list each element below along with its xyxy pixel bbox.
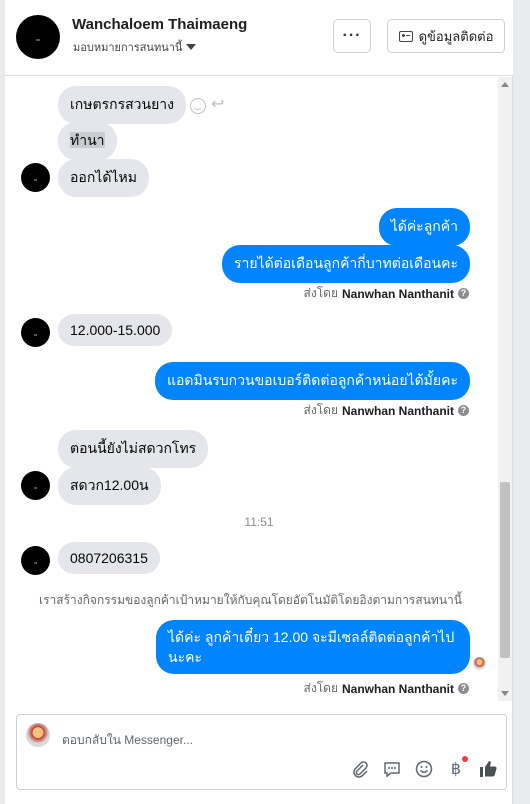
- attachment-icon[interactable]: [350, 759, 370, 779]
- message-outgoing[interactable]: ได้ค่ะ ลูกค้าเดี๋ยว 12.00 จะมีเซลล์ติดต่…: [156, 620, 470, 674]
- notification-dot: [462, 756, 468, 762]
- message-thread[interactable]: เกษตรกรสวนยาง ↩ ทำนา ออกได้ไหม ได้ค่ะลูก…: [5, 77, 513, 701]
- scroll-up-icon[interactable]: [501, 82, 509, 87]
- view-contact-label: ดูข้อมูลติดต่อ: [418, 28, 494, 44]
- message-incoming[interactable]: ออกได้ไหม: [58, 159, 149, 197]
- message-outgoing[interactable]: แอดมินรบกวนขอเบอร์ติดต่อลูกค้าหน่อยได้มั…: [154, 362, 470, 400]
- question-icon[interactable]: ?: [458, 288, 469, 299]
- message-incoming[interactable]: 12.000-15.000: [58, 314, 173, 346]
- more-options-button[interactable]: ···: [333, 19, 371, 53]
- timestamp: 11:51: [244, 515, 274, 529]
- contact-name[interactable]: Wanchaloem Thaimaeng: [72, 16, 247, 33]
- assign-label: มอบหมายการสนทนานี้: [73, 42, 183, 54]
- contact-card-icon: [398, 30, 413, 42]
- reply-icon[interactable]: ↩: [211, 94, 224, 114]
- thread-scrollbar[interactable]: [498, 77, 512, 701]
- system-note: เราสร้างกิจกรรมของลูกค้าเป้าหมายให้กับคุ…: [39, 593, 462, 607]
- composer-toolbar: ฿: [350, 756, 498, 779]
- saved-reply-icon[interactable]: [382, 759, 402, 779]
- scroll-down-icon[interactable]: [501, 691, 509, 696]
- message-incoming[interactable]: เกษตรกรสวนยาง: [58, 86, 186, 124]
- highlighted-text: ทำนา: [70, 132, 105, 148]
- scroll-thumb[interactable]: [500, 482, 510, 658]
- question-icon[interactable]: ?: [458, 405, 469, 416]
- conversation-header: Wanchaloem Thaimaeng มอบหมายการสนทนานี้ …: [5, 0, 513, 76]
- contact-avatar[interactable]: [16, 15, 60, 59]
- question-icon[interactable]: ?: [458, 683, 469, 694]
- caret-down-icon: [186, 44, 197, 50]
- view-contact-button[interactable]: ดูข้อมูลติดต่อ: [387, 19, 505, 53]
- sender-name[interactable]: Nanwhan Nanthanit: [342, 287, 454, 301]
- seen-avatar: [473, 657, 486, 670]
- message-outgoing[interactable]: ได้ค่ะลูกค้า: [378, 208, 470, 246]
- sent-by-label: ส่งโดย Nanwhan Nanthanit ?: [304, 284, 469, 303]
- emoji-react-icon[interactable]: [190, 98, 206, 114]
- message-incoming[interactable]: สดวก12.00น: [58, 467, 161, 505]
- message-incoming[interactable]: 0807206315: [58, 542, 160, 574]
- message-incoming[interactable]: ทำนา: [58, 122, 117, 160]
- conversation-panel: Wanchaloem Thaimaeng มอบหมายการสนทนานี้ …: [5, 0, 513, 804]
- payment-icon[interactable]: ฿: [446, 756, 468, 779]
- message-incoming[interactable]: ตอนนี้ยังไม่สดวกโทร: [58, 430, 209, 468]
- sender-avatar[interactable]: [21, 546, 50, 575]
- sent-by-label: ส่งโดย Nanwhan Nanthanit ?: [304, 679, 469, 698]
- emoji-icon[interactable]: [414, 759, 434, 779]
- sender-avatar[interactable]: [21, 471, 50, 500]
- message-outgoing[interactable]: รายได้ต่อเดือนลูกค้ากี่บาทต่อเดือนคะ: [221, 245, 470, 283]
- sent-by-label: ส่งโดย Nanwhan Nanthanit ?: [304, 401, 469, 420]
- sender-avatar[interactable]: [21, 163, 50, 192]
- reply-input[interactable]: ตอบกลับใน Messenger...: [62, 731, 193, 750]
- sender-name[interactable]: Nanwhan Nanthanit: [342, 682, 454, 696]
- sender-avatar[interactable]: [21, 318, 50, 347]
- sender-name[interactable]: Nanwhan Nanthanit: [342, 404, 454, 418]
- assign-conversation-dropdown[interactable]: มอบหมายการสนทนานี้: [73, 38, 197, 56]
- thumbs-up-icon[interactable]: [478, 759, 498, 779]
- page-avatar: [26, 723, 50, 747]
- reply-composer[interactable]: ตอบกลับใน Messenger... ฿: [16, 714, 507, 790]
